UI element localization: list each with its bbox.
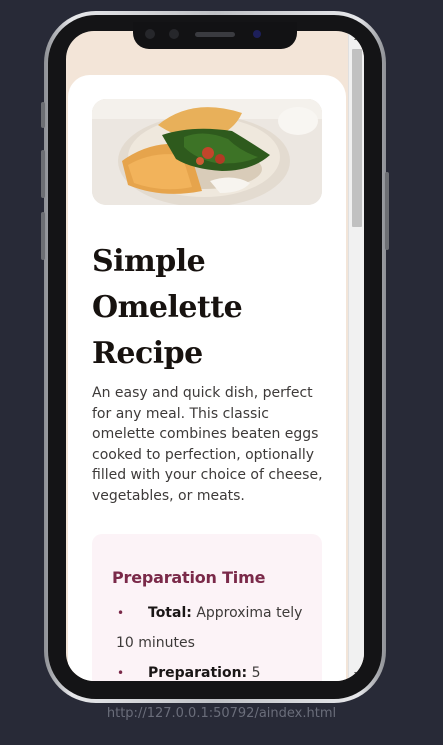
speaker-icon: [195, 32, 235, 37]
bullet-icon: •: [117, 606, 125, 620]
recipe-description: An easy and quick dish, perfect for any …: [92, 385, 323, 504]
prep-item-label: Preparation:: [148, 665, 248, 681]
page-url: http://127.0.0.1:50792/aindex.html: [106, 706, 337, 721]
page-scrollbar[interactable]: [348, 31, 364, 681]
title-line-3: Recipe: [92, 336, 203, 371]
preparation-time-box: Preparation Time • Total: Approxima tely…: [92, 534, 322, 681]
recipe-card: Simple Omelette Recipe An easy and quick…: [68, 75, 346, 681]
prep-item-total: Total: Approxima tely: [148, 598, 318, 628]
mute-switch: [41, 102, 45, 128]
recipe-title: Simple Omelette Recipe: [92, 239, 332, 377]
prep-item-total-cont: 10 minutes: [116, 635, 195, 651]
omelette-image: [92, 99, 322, 205]
scroll-down-arrow-icon[interactable]: [354, 672, 362, 677]
prep-item-label: Total:: [148, 605, 192, 621]
prep-item-value: 5: [251, 665, 261, 681]
prep-item-preparation: Preparation: 5: [148, 658, 318, 681]
camera-icon: [145, 29, 155, 39]
volume-down-button: [41, 212, 45, 260]
volume-up-button: [41, 150, 45, 198]
power-button: [385, 172, 389, 250]
hero-image: [92, 99, 322, 205]
bullet-icon: •: [117, 666, 125, 680]
camera-icon: [169, 29, 179, 39]
phone-notch: [133, 22, 297, 49]
scroll-up-arrow-icon[interactable]: [354, 35, 362, 40]
preparation-heading: Preparation Time: [112, 568, 266, 587]
phone-screen[interactable]: Simple Omelette Recipe An easy and quick…: [66, 31, 364, 681]
sensor-icon: [253, 30, 261, 38]
title-line-2: Omelette: [92, 290, 243, 325]
scrollbar-thumb[interactable]: [352, 49, 362, 227]
title-line-1: Simple: [92, 244, 206, 279]
prep-item-value: Approxima tely: [196, 605, 303, 621]
